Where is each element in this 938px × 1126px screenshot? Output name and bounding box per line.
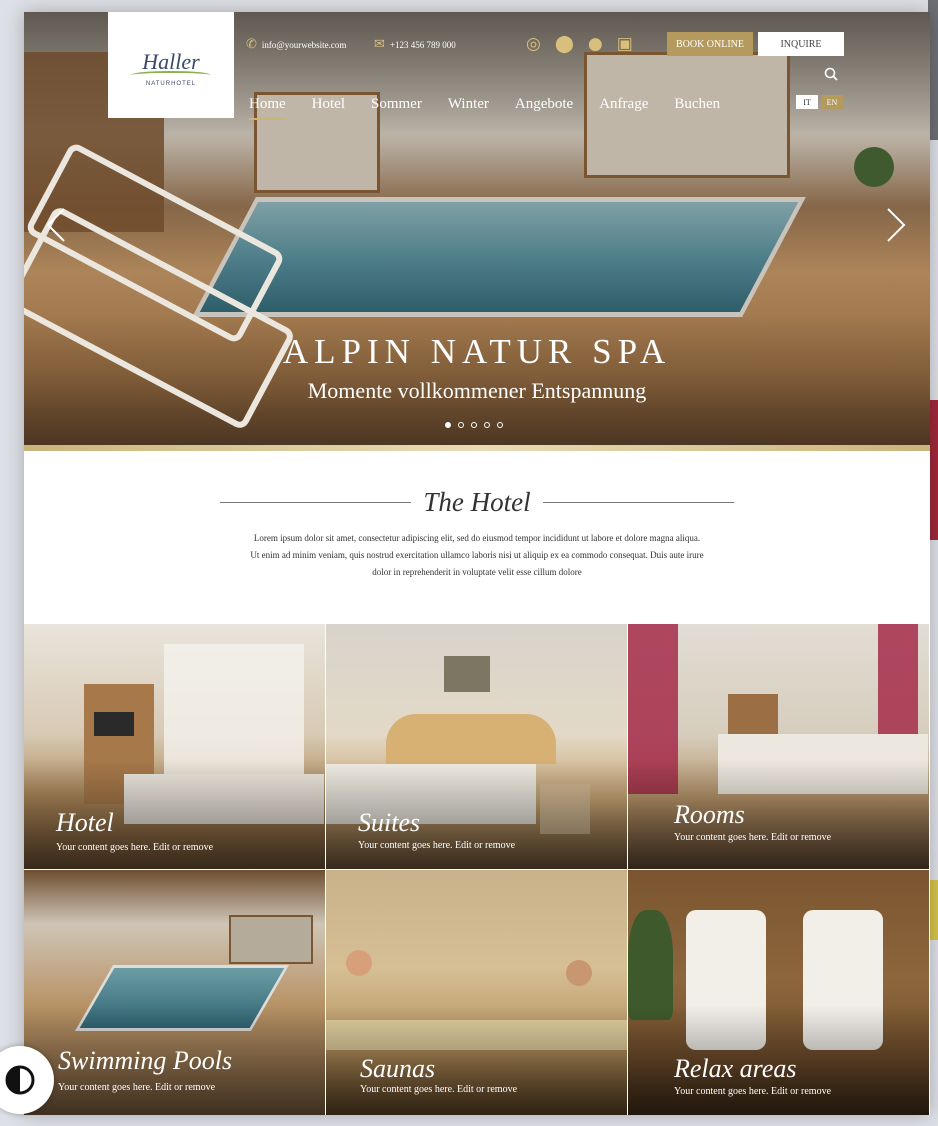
slider-next-arrow-icon[interactable]	[886, 207, 906, 243]
tile-desc: Your content goes here. Edit or remove	[674, 832, 832, 843]
hero-divider	[24, 445, 930, 451]
website-page: Haller NATURHOTEL ✆ info@yourwebsite.com…	[24, 12, 930, 1115]
tile-image-desk	[728, 694, 778, 734]
hero-image-pool	[192, 197, 806, 317]
hero-subtitle: Momente vollkommener Entspannung	[307, 378, 647, 403]
heading-rule	[220, 502, 412, 503]
tile-desc: Your content goes here. Edit or remove	[56, 842, 214, 853]
tile-title: Swimming Pools	[58, 1046, 233, 1075]
tile-title: Hotel	[56, 808, 114, 837]
phone-icon: ✆	[246, 37, 257, 52]
tile-title: Rooms	[674, 800, 745, 829]
slider-prev-arrow-icon[interactable]	[46, 207, 66, 243]
main-nav: Home Hotel Sommer Winter Angebote Anfrag…	[249, 96, 746, 120]
logo-subtitle: NATURHOTEL	[145, 81, 197, 87]
gift-icon[interactable]: ▣	[617, 34, 633, 54]
contrast-icon	[5, 1065, 35, 1095]
slider-pagination	[445, 422, 503, 428]
hero-title: ALPIN NATUR SPA	[282, 332, 672, 371]
logo-swoosh	[131, 71, 211, 79]
tile-image-headboard	[386, 714, 556, 764]
nav-item-anfrage[interactable]: Anfrage	[599, 96, 648, 113]
nav-item-home[interactable]: Home	[249, 96, 286, 120]
location-pin-icon[interactable]: ⬤	[555, 34, 574, 54]
slider-dot[interactable]	[445, 422, 451, 428]
intro-text-line: Ut enim ad minim veniam, quis nostrud ex…	[250, 550, 704, 560]
nav-item-angebote[interactable]: Angebote	[515, 96, 573, 113]
phone-text: +123 456 789 000	[389, 39, 456, 50]
search-icon[interactable]	[824, 67, 838, 81]
language-it-button[interactable]: IT	[796, 95, 818, 109]
tile-image-tv	[94, 712, 134, 736]
intro-heading: The Hotel	[220, 487, 734, 518]
intro-title: The Hotel	[423, 487, 531, 517]
tile-rooms[interactable]: Rooms Your content goes here. Edit or re…	[628, 624, 929, 869]
tile-desc: Your content goes here. Edit or remove	[358, 840, 516, 851]
book-online-button[interactable]: BOOK ONLINE	[667, 32, 753, 56]
tile-title: Relax areas	[674, 1054, 797, 1083]
heading-rule	[542, 502, 734, 503]
tile-suites[interactable]: Suites Your content goes here. Edit or r…	[326, 624, 627, 869]
tile-relax-areas[interactable]: Relax areas Your content goes here. Edit…	[628, 870, 929, 1115]
nav-item-sommer[interactable]: Sommer	[371, 96, 422, 113]
logo[interactable]: Haller NATURHOTEL	[108, 12, 234, 118]
intro-text: Lorem ipsum dolor sit amet, consectetur …	[204, 530, 750, 581]
hero-image-window	[584, 52, 790, 178]
nav-item-winter[interactable]: Winter	[448, 96, 489, 113]
tile-image-picture	[444, 656, 490, 692]
tile-image-person	[566, 960, 592, 986]
tile-image-plant	[628, 910, 673, 1020]
slider-dot[interactable]	[497, 422, 503, 428]
inquire-button[interactable]: INQUIRE	[758, 32, 844, 56]
mail-icon: ✉	[374, 37, 385, 52]
hero-image-plant	[854, 147, 894, 187]
nav-item-buchen[interactable]: Buchen	[674, 96, 720, 113]
intro-text-line: Lorem ipsum dolor sit amet, consectetur …	[253, 533, 701, 543]
whatsapp-icon[interactable]: ◎	[526, 34, 541, 54]
email-contact[interactable]: ✆ info@yourwebsite.com	[246, 38, 346, 51]
language-en-button[interactable]: EN	[821, 95, 843, 109]
social-icons: ◎ ⬤ ● ▣	[526, 34, 633, 54]
tile-desc: Your content goes here. Edit or remove	[674, 1086, 832, 1097]
phone-contact[interactable]: ✉ +123 456 789 000	[374, 38, 456, 51]
tile-desc: Your content goes here. Edit or remove	[360, 1084, 518, 1095]
slider-dot[interactable]	[471, 422, 477, 428]
slider-dot[interactable]	[484, 422, 490, 428]
slider-dot[interactable]	[458, 422, 464, 428]
email-text: info@yourwebsite.com	[261, 39, 347, 50]
chat-icon[interactable]: ●	[588, 34, 603, 54]
tile-desc: Your content goes here. Edit or remove	[58, 1082, 216, 1093]
tile-hotel[interactable]: Hotel Your content goes here. Edit or re…	[24, 624, 325, 869]
nav-item-hotel[interactable]: Hotel	[312, 96, 345, 113]
tile-title: Saunas	[360, 1054, 436, 1083]
tile-swimming-pools[interactable]: Swimming Pools Your content goes here. E…	[24, 870, 325, 1115]
tile-image-person	[346, 950, 372, 976]
intro-text-line: dolor in reprehenderit in voluptate veli…	[372, 567, 582, 577]
tile-saunas[interactable]: Saunas Your content goes here. Edit or r…	[326, 870, 627, 1115]
tile-title: Suites	[358, 808, 421, 837]
tile-image-window	[229, 915, 313, 964]
